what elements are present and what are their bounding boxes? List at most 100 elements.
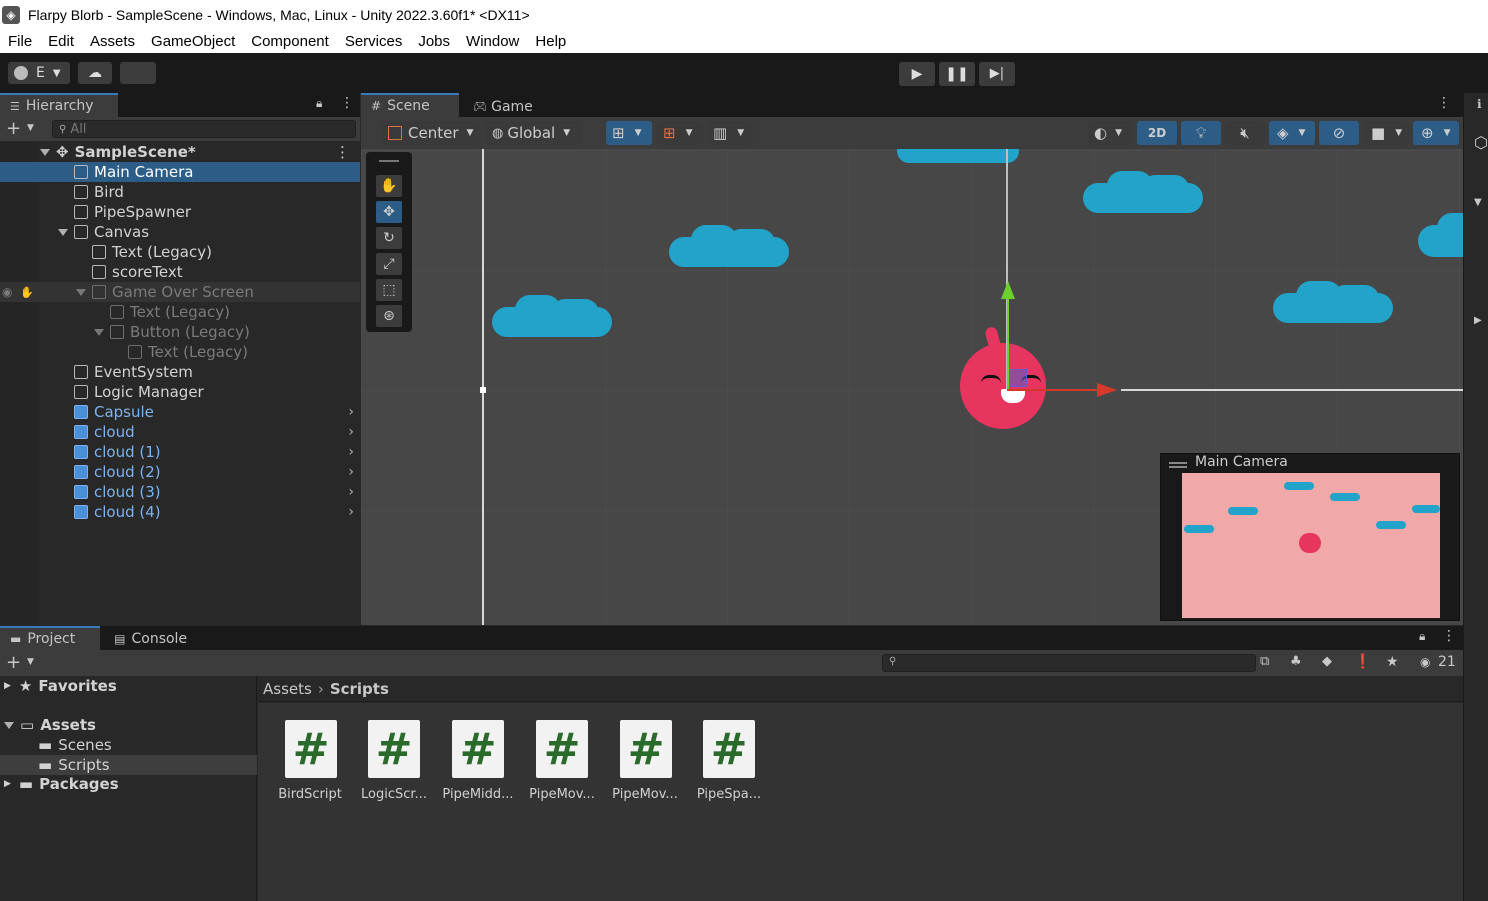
lock-icon[interactable]: 🔒︎ [316, 96, 322, 111]
arrow-right-icon[interactable] [1097, 383, 1117, 397]
project-search-input[interactable]: ⚲ [882, 654, 1256, 672]
warning-filter-icon[interactable]: ❗ [1354, 654, 1371, 670]
hierarchy-item-text-legacy[interactable]: Text (Legacy) [0, 242, 360, 262]
tab-game[interactable]: 🎮︎ Game [463, 95, 553, 119]
chevron-right-icon[interactable]: ▶ [1474, 315, 1482, 326]
scene-root[interactable]: ✥ SampleScene* ⋮ [0, 142, 360, 162]
pivot-mode-dropdown[interactable]: Center ▼ [382, 121, 480, 145]
draw-mode-button[interactable]: ◐ ▼ [1088, 121, 1132, 145]
hierarchy-item-cloud-2[interactable]: cloud (2) › [0, 462, 360, 482]
filter-by-type-icon[interactable]: ♣ [1290, 654, 1302, 669]
visibility-eye-icon[interactable]: ◉ [2, 285, 20, 299]
file-label[interactable]: PipeMov... [520, 787, 604, 802]
drag-handle[interactable] [1169, 462, 1187, 464]
increment-snap-button[interactable]: ▥ ▼ [707, 121, 753, 145]
hierarchy-item-eventsystem[interactable]: EventSystem [0, 362, 360, 382]
rect-tool-button[interactable]: ⬚ [376, 279, 402, 301]
chevron-right-icon[interactable]: ▶ [4, 681, 11, 691]
chevron-right-icon[interactable]: › [348, 424, 354, 440]
file-label[interactable]: BirdScript [268, 787, 352, 802]
pause-button[interactable]: ❚❚ [939, 62, 975, 86]
grid-snap-button[interactable]: ⊞ ▼ [606, 121, 652, 145]
cloud-button[interactable]: ☁ [78, 62, 112, 84]
breadcrumb-scripts[interactable]: Scripts [330, 680, 389, 698]
hierarchy-item-main-camera[interactable]: Main Camera [0, 162, 360, 182]
file-label[interactable]: PipeMov... [603, 787, 687, 802]
chevron-down-icon[interactable]: ▼ [1474, 197, 1482, 208]
transform-tool-button[interactable]: ⊛ [376, 305, 402, 327]
hierarchy-search-input[interactable]: ⚲ All [52, 120, 356, 138]
chevron-down-icon[interactable]: ▼ [27, 123, 34, 133]
menu-assets[interactable]: Assets [82, 33, 143, 50]
file-label[interactable]: LogicScr... [352, 787, 436, 802]
chevron-right-icon[interactable]: › [348, 484, 354, 500]
arrow-up-icon[interactable] [1001, 281, 1015, 299]
hierarchy-item-scoretext[interactable]: scoreText [0, 262, 360, 282]
grid-visibility-button[interactable]: ⊞ ▼ [657, 121, 703, 145]
scale-tool-button[interactable]: ⤢ [376, 253, 402, 275]
mode-2d-toggle[interactable]: 2D [1137, 121, 1177, 145]
bird-sprite[interactable] [960, 343, 1046, 429]
hierarchy-item-button-legacy[interactable]: Button (Legacy) [0, 322, 360, 342]
csharp-script-icon[interactable]: # [536, 720, 588, 778]
menu-component[interactable]: Component [243, 33, 337, 50]
hierarchy-item-pipespawner[interactable]: PipeSpawner [0, 202, 360, 222]
step-button[interactable]: ▶| [979, 62, 1015, 86]
hierarchy-item-bird[interactable]: Bird [0, 182, 360, 202]
hidden-objects-toggle[interactable]: ⊘ [1319, 121, 1359, 145]
tab-scene[interactable]: # Scene [361, 93, 459, 117]
menu-services[interactable]: Services [337, 33, 411, 50]
add-icon[interactable]: + [6, 118, 21, 139]
drag-handle[interactable] [379, 160, 399, 162]
menu-edit[interactable]: Edit [40, 33, 82, 50]
cloud-sprite[interactable] [897, 149, 1019, 163]
rotate-tool-button[interactable]: ↻ [376, 227, 402, 249]
star-icon[interactable]: ★ [1386, 654, 1399, 670]
hierarchy-item-canvas[interactable]: Canvas [0, 222, 360, 242]
tree-scripts[interactable]: ▬ Scripts [0, 755, 257, 775]
hierarchy-item-logic-manager[interactable]: Logic Manager [0, 382, 360, 402]
hierarchy-item-text-legacy[interactable]: Text (Legacy) [0, 302, 360, 322]
info-icon[interactable]: ℹ [1477, 97, 1482, 111]
file-label[interactable]: PipeMidd... [436, 787, 520, 802]
more-options-icon[interactable]: ⋮ [1442, 628, 1456, 644]
hierarchy-item-cloud-3[interactable]: cloud (3) › [0, 482, 360, 502]
lighting-toggle[interactable]: 💡︎ [1181, 121, 1221, 145]
menu-help[interactable]: Help [527, 33, 574, 50]
effects-toggle[interactable]: ◈ ▼ [1269, 121, 1315, 145]
tab-hierarchy[interactable]: ☰ Hierarchy [0, 93, 118, 117]
chevron-right-icon[interactable]: ▶ [4, 779, 11, 789]
filter-by-label-icon[interactable]: ◆ [1322, 654, 1332, 669]
tree-packages[interactable]: ▶ ▬ Packages [0, 774, 257, 794]
lock-icon[interactable]: 🔒︎ [1419, 629, 1425, 644]
camera-settings-button[interactable]: ■ ▼ [1363, 121, 1409, 145]
tab-console[interactable]: ▤ Console [104, 627, 204, 651]
hierarchy-item-game-over-screen[interactable]: ◉ ✋ Game Over Screen [0, 282, 360, 302]
menu-gameobject[interactable]: GameObject [143, 33, 243, 50]
chevron-right-icon[interactable]: › [348, 404, 354, 420]
menu-window[interactable]: Window [458, 33, 527, 50]
csharp-script-icon[interactable]: # [368, 720, 420, 778]
expand-arrow-icon[interactable] [58, 228, 68, 236]
menu-file[interactable]: File [0, 33, 40, 50]
menu-jobs[interactable]: Jobs [410, 33, 458, 50]
chevron-right-icon[interactable]: › [348, 464, 354, 480]
csharp-script-icon[interactable]: # [452, 720, 504, 778]
more-options-icon[interactable]: ⋮ [335, 143, 350, 161]
expand-arrow-icon[interactable] [76, 288, 86, 296]
file-label[interactable]: PipeSpa... [687, 787, 771, 802]
hand-tool-button[interactable]: ✋ [376, 175, 402, 197]
hierarchy-item-text-legacy[interactable]: Text (Legacy) [0, 342, 360, 362]
pivot-rotation-dropdown[interactable]: ◍ Global ▼ [486, 121, 582, 145]
search-filter-icon[interactable]: ⧉ [1260, 654, 1269, 669]
account-button[interactable]: E ▼ [8, 62, 70, 84]
audio-toggle[interactable]: 🔇︎ [1225, 121, 1265, 145]
csharp-script-icon[interactable]: # [703, 720, 755, 778]
pickable-hand-icon[interactable]: ✋ [20, 286, 76, 299]
visibility-eye-icon[interactable]: ◉ [1420, 655, 1430, 669]
chevron-right-icon[interactable]: › [348, 444, 354, 460]
tree-favorites[interactable]: ▶ ★ Favorites [0, 676, 257, 696]
move-gizmo-plane-handle[interactable] [1009, 369, 1027, 387]
hierarchy-item-capsule[interactable]: Capsule › [0, 402, 360, 422]
expand-arrow-icon[interactable] [4, 721, 14, 729]
